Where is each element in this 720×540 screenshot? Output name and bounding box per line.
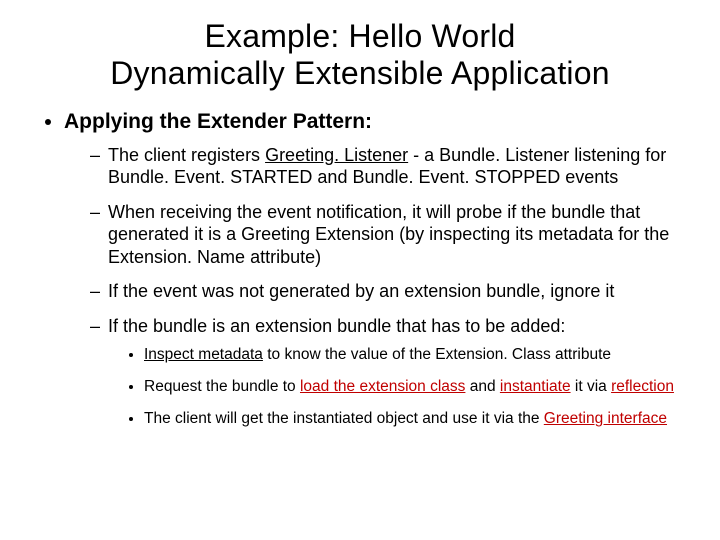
sub-greeting-interface: The client will get the instantiated obj… [144,409,684,429]
underline-inspect-metadata: Inspect metadata [144,346,263,363]
text: it via [571,378,611,395]
text: If the event was not generated by an ext… [108,281,614,301]
underline-greeting-interface: Greeting interface [544,410,667,427]
bullet-list-level3: Inspect metadata to know the value of th… [108,345,684,429]
bullet-list-level1: Applying the Extender Pattern: The clien… [36,110,684,430]
text: If the bundle is an extension bundle tha… [108,316,565,336]
text: Request the bundle to [144,378,300,395]
point-add-bundle: If the bundle is an extension bundle tha… [90,315,684,430]
underline-load-extension-class: load the extension class [300,378,465,395]
heading-text: Applying the Extender Pattern: [64,110,372,133]
text: The client registers [108,145,265,165]
slide: Example: Hello World Dynamically Extensi… [0,0,720,540]
underline-greeting-listener: Greeting. Listener [265,145,408,165]
bullet-list-level2: The client registers Greeting. Listener … [64,144,684,430]
title-line-2: Dynamically Extensible Application [110,55,610,91]
underline-instantiate: instantiate [500,378,571,395]
heading-item: Applying the Extender Pattern: The clien… [64,110,684,430]
point-ignore: If the event was not generated by an ext… [90,280,684,303]
sub-inspect-metadata: Inspect metadata to know the value of th… [144,345,684,365]
text: and [465,378,499,395]
text: to know the value of the Extension. Clas… [263,346,611,363]
sub-load-instantiate: Request the bundle to load the extension… [144,377,684,397]
point-probe-extension: When receiving the event notification, i… [90,201,684,269]
text: When receiving the event notification, i… [108,202,669,267]
text: The client will get the instantiated obj… [144,410,544,427]
point-register-listener: The client registers Greeting. Listener … [90,144,684,189]
slide-title: Example: Hello World Dynamically Extensi… [36,18,684,92]
underline-reflection: reflection [611,378,674,395]
title-line-1: Example: Hello World [204,18,515,54]
